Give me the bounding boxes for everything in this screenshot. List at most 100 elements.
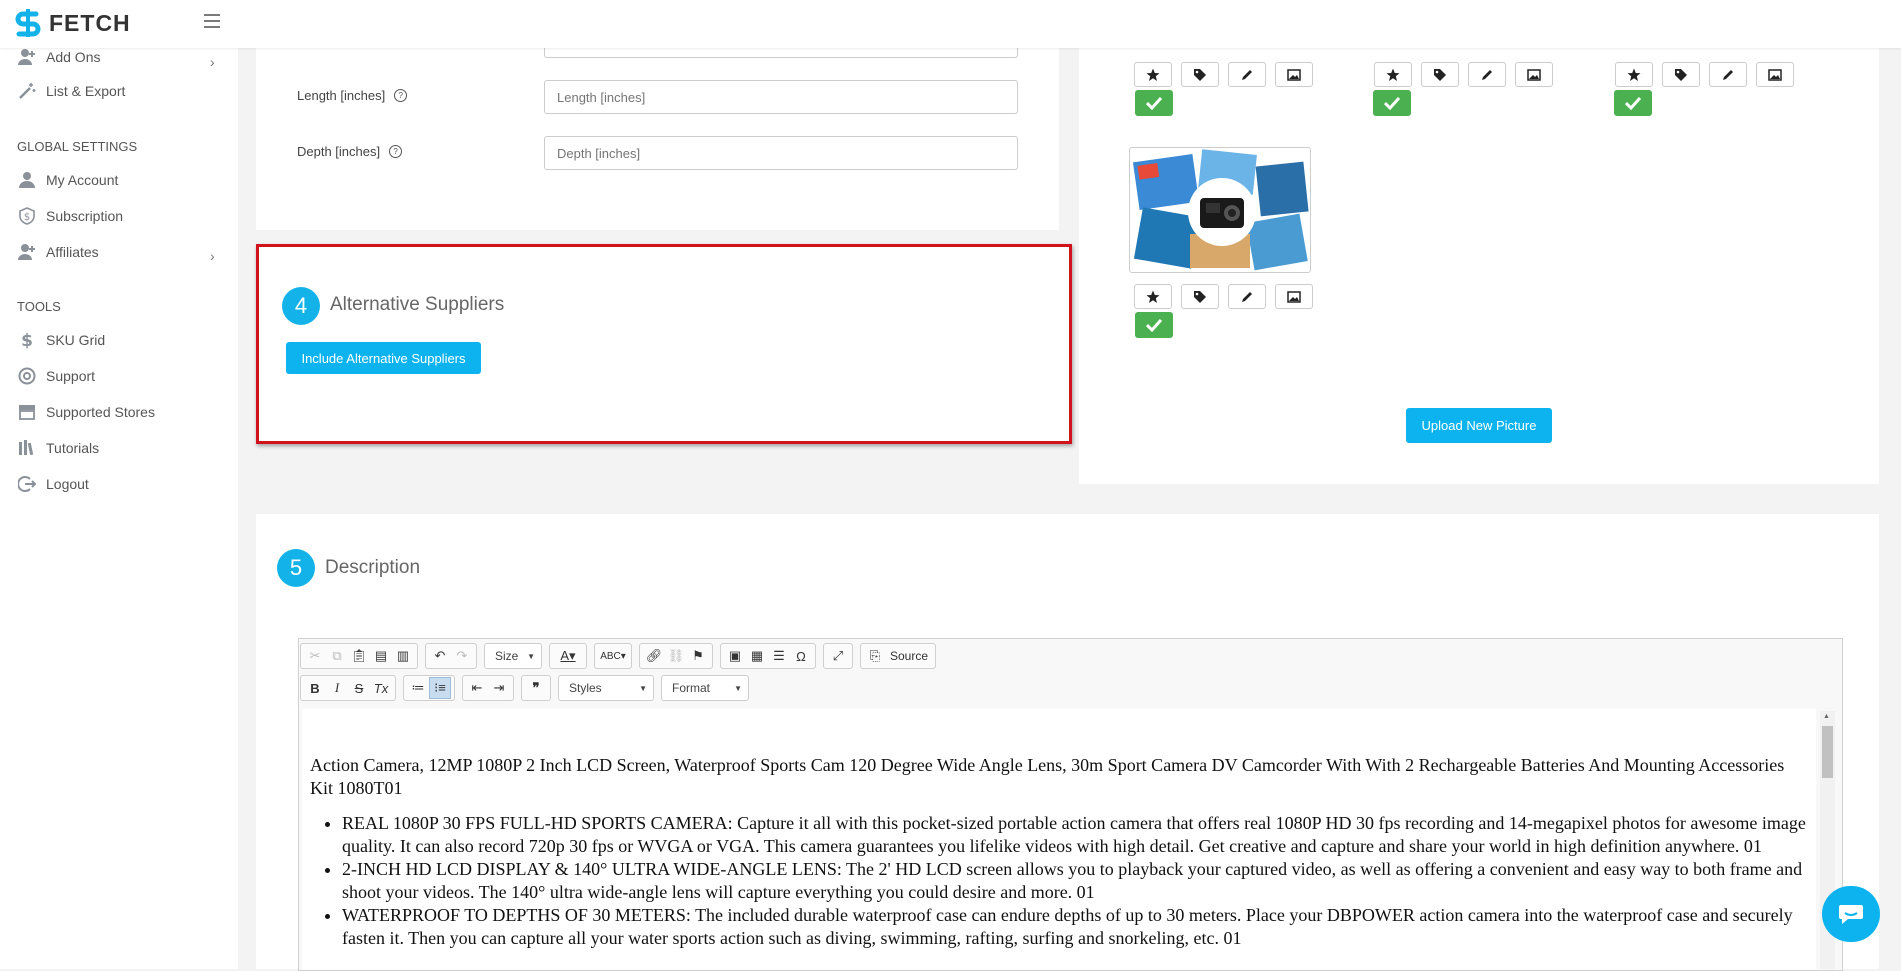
selected-check-icon[interactable] <box>1373 90 1411 116</box>
source-icon[interactable]: ⎘ <box>864 645 886 667</box>
sidebar-item-support[interactable]: Support <box>18 367 95 385</box>
editor-toolbar-row-2: B I S Tx ≔ ⁝≡ ⇤ ⇥ ❞ Styles ▼ Format ▼ <box>300 675 756 701</box>
store-icon <box>18 403 36 421</box>
basic-styles-group: B I S Tx <box>300 675 396 701</box>
tag-icon[interactable] <box>1421 62 1459 87</box>
anchor-flag-icon[interactable]: ⚑ <box>687 645 709 667</box>
caret-down-icon: ▼ <box>527 651 535 661</box>
remove-format-icon[interactable]: Tx <box>370 677 392 699</box>
redo-icon[interactable]: ↷ <box>451 645 473 667</box>
action-camera-collage-image <box>1132 149 1309 271</box>
bold-icon[interactable]: B <box>304 677 326 699</box>
app-logo[interactable]: FETCH <box>14 8 131 38</box>
sidebar-item-list-export[interactable]: List & Export <box>18 82 125 100</box>
italic-icon[interactable]: I <box>326 677 348 699</box>
selected-check-icon[interactable] <box>1135 90 1173 116</box>
section-number: 4 <box>282 287 320 325</box>
unlink-icon[interactable]: ⛓ <box>665 645 687 667</box>
cut-icon[interactable]: ✂ <box>304 645 326 667</box>
length-input[interactable] <box>544 80 1018 114</box>
sidebar-item-sku-grid[interactable]: $ SKU Grid <box>18 331 105 349</box>
star-icon[interactable] <box>1134 284 1172 309</box>
image-icon[interactable] <box>1275 284 1313 309</box>
maximize-icon[interactable]: ⤢ <box>827 645 849 667</box>
format-select[interactable]: Format ▼ <box>661 675 749 701</box>
undo-icon[interactable]: ↶ <box>429 645 451 667</box>
pencil-icon[interactable] <box>1228 62 1266 87</box>
blockquote-icon[interactable]: ❞ <box>525 677 547 699</box>
numbered-list-icon[interactable]: ≔ <box>407 677 429 699</box>
indent-icon[interactable]: ⇥ <box>488 677 510 699</box>
fetch-logo-icon <box>15 9 41 37</box>
editor-content[interactable]: Action Camera, 12MP 1080P 2 Inch LCD Scr… <box>302 709 1816 969</box>
sidebar-item-add-ons[interactable]: Add Ons <box>18 48 100 66</box>
sidebar-item-supported-stores[interactable]: Supported Stores <box>18 403 155 421</box>
tag-icon[interactable] <box>1662 62 1700 87</box>
size-select[interactable]: Size ▼ <box>484 643 542 669</box>
star-icon[interactable] <box>1615 62 1653 87</box>
product-thumbnail[interactable] <box>1129 147 1311 273</box>
user-plus-icon <box>18 243 36 261</box>
length-label-text: Length [inches] <box>297 88 386 103</box>
scrollbar-thumb[interactable] <box>1822 726 1833 778</box>
paste-text-icon[interactable]: ▤ <box>370 645 392 667</box>
depth-input[interactable] <box>544 136 1018 170</box>
chat-icon <box>1839 905 1863 924</box>
sidebar: Add Ons › List & Export GLOBAL SETTINGS … <box>0 48 238 969</box>
selected-check-icon[interactable] <box>1614 90 1652 116</box>
paste-word-icon[interactable]: ▥ <box>392 645 414 667</box>
sidebar-item-label: My Account <box>46 172 119 188</box>
image-icon[interactable]: ▣ <box>724 645 746 667</box>
menu-toggle-icon[interactable] <box>204 14 220 32</box>
tag-icon[interactable] <box>1181 284 1219 309</box>
app-name: FETCH <box>49 9 131 36</box>
copy-icon[interactable]: ⧉ <box>326 645 348 667</box>
pencil-icon[interactable] <box>1709 62 1747 87</box>
chevron-right-icon[interactable]: › <box>210 54 215 70</box>
sidebar-item-my-account[interactable]: My Account <box>18 171 118 189</box>
sidebar-item-label: SKU Grid <box>46 332 106 348</box>
upload-new-picture-button[interactable]: Upload New Picture <box>1406 408 1552 443</box>
styles-select[interactable]: Styles ▼ <box>558 675 654 701</box>
table-icon[interactable]: ▦ <box>746 645 768 667</box>
editor-toolbar-row-1: ✂ ⧉ 📋︎ ▤ ▥ ↶ ↷ Size ▼ A▾ ABC▾ 🔗︎ ⛓ ⚑ ▣ ▦ … <box>300 643 943 669</box>
image-icon[interactable] <box>1515 62 1553 87</box>
sidebar-item-affiliates[interactable]: Affiliates <box>18 243 99 261</box>
link-icon[interactable]: 🔗︎ <box>643 645 665 667</box>
pencil-icon[interactable] <box>1468 62 1506 87</box>
image-icon[interactable] <box>1756 62 1794 87</box>
special-char-icon[interactable]: Ω <box>790 645 812 667</box>
indent-group: ⇤ ⇥ <box>462 675 514 701</box>
chevron-right-icon[interactable]: › <box>210 248 215 264</box>
help-icon[interactable]: ? <box>389 145 403 158</box>
text-color-icon[interactable]: A▾ <box>553 645 583 667</box>
star-icon[interactable] <box>1374 62 1412 87</box>
svg-text:$: $ <box>24 212 30 223</box>
caret-down-icon: ▼ <box>734 683 742 693</box>
pencil-icon[interactable] <box>1228 284 1266 309</box>
source-group: ⎘ Source <box>860 643 937 669</box>
chat-button[interactable] <box>1822 886 1880 942</box>
help-icon[interactable]: ? <box>394 89 408 102</box>
source-button-label[interactable]: Source <box>886 649 932 663</box>
sidebar-item-logout[interactable]: Logout <box>18 475 89 493</box>
size-select-label: Size <box>495 649 519 663</box>
bulleted-list-icon[interactable]: ⁝≡ <box>429 677 451 699</box>
outdent-icon[interactable]: ⇤ <box>466 677 488 699</box>
selected-check-icon[interactable] <box>1135 312 1173 338</box>
sidebar-item-tutorials[interactable]: Tutorials <box>18 439 99 457</box>
horizontal-line-icon[interactable]: ☰ <box>768 645 790 667</box>
scroll-up-arrow-icon[interactable]: ▲ <box>1823 713 1830 720</box>
paste-icon[interactable]: 📋︎ <box>348 645 370 667</box>
tag-icon[interactable] <box>1181 62 1219 87</box>
sidebar-item-label: Support <box>46 368 96 384</box>
include-alternative-suppliers-button[interactable]: Include Alternative Suppliers <box>286 342 481 374</box>
strikethrough-icon[interactable]: S <box>348 677 370 699</box>
spellcheck-icon[interactable]: ABC▾ <box>598 645 628 667</box>
sidebar-item-subscription[interactable]: $ Subscription <box>18 207 123 225</box>
image-icon[interactable] <box>1275 62 1313 87</box>
section-number: 5 <box>277 549 315 587</box>
list-item: 2-INCH HD LCD DISPLAY & 140° ULTRA WIDE-… <box>342 858 1816 904</box>
length-label: Length [inches] ? <box>297 88 408 103</box>
star-icon[interactable] <box>1134 62 1172 87</box>
